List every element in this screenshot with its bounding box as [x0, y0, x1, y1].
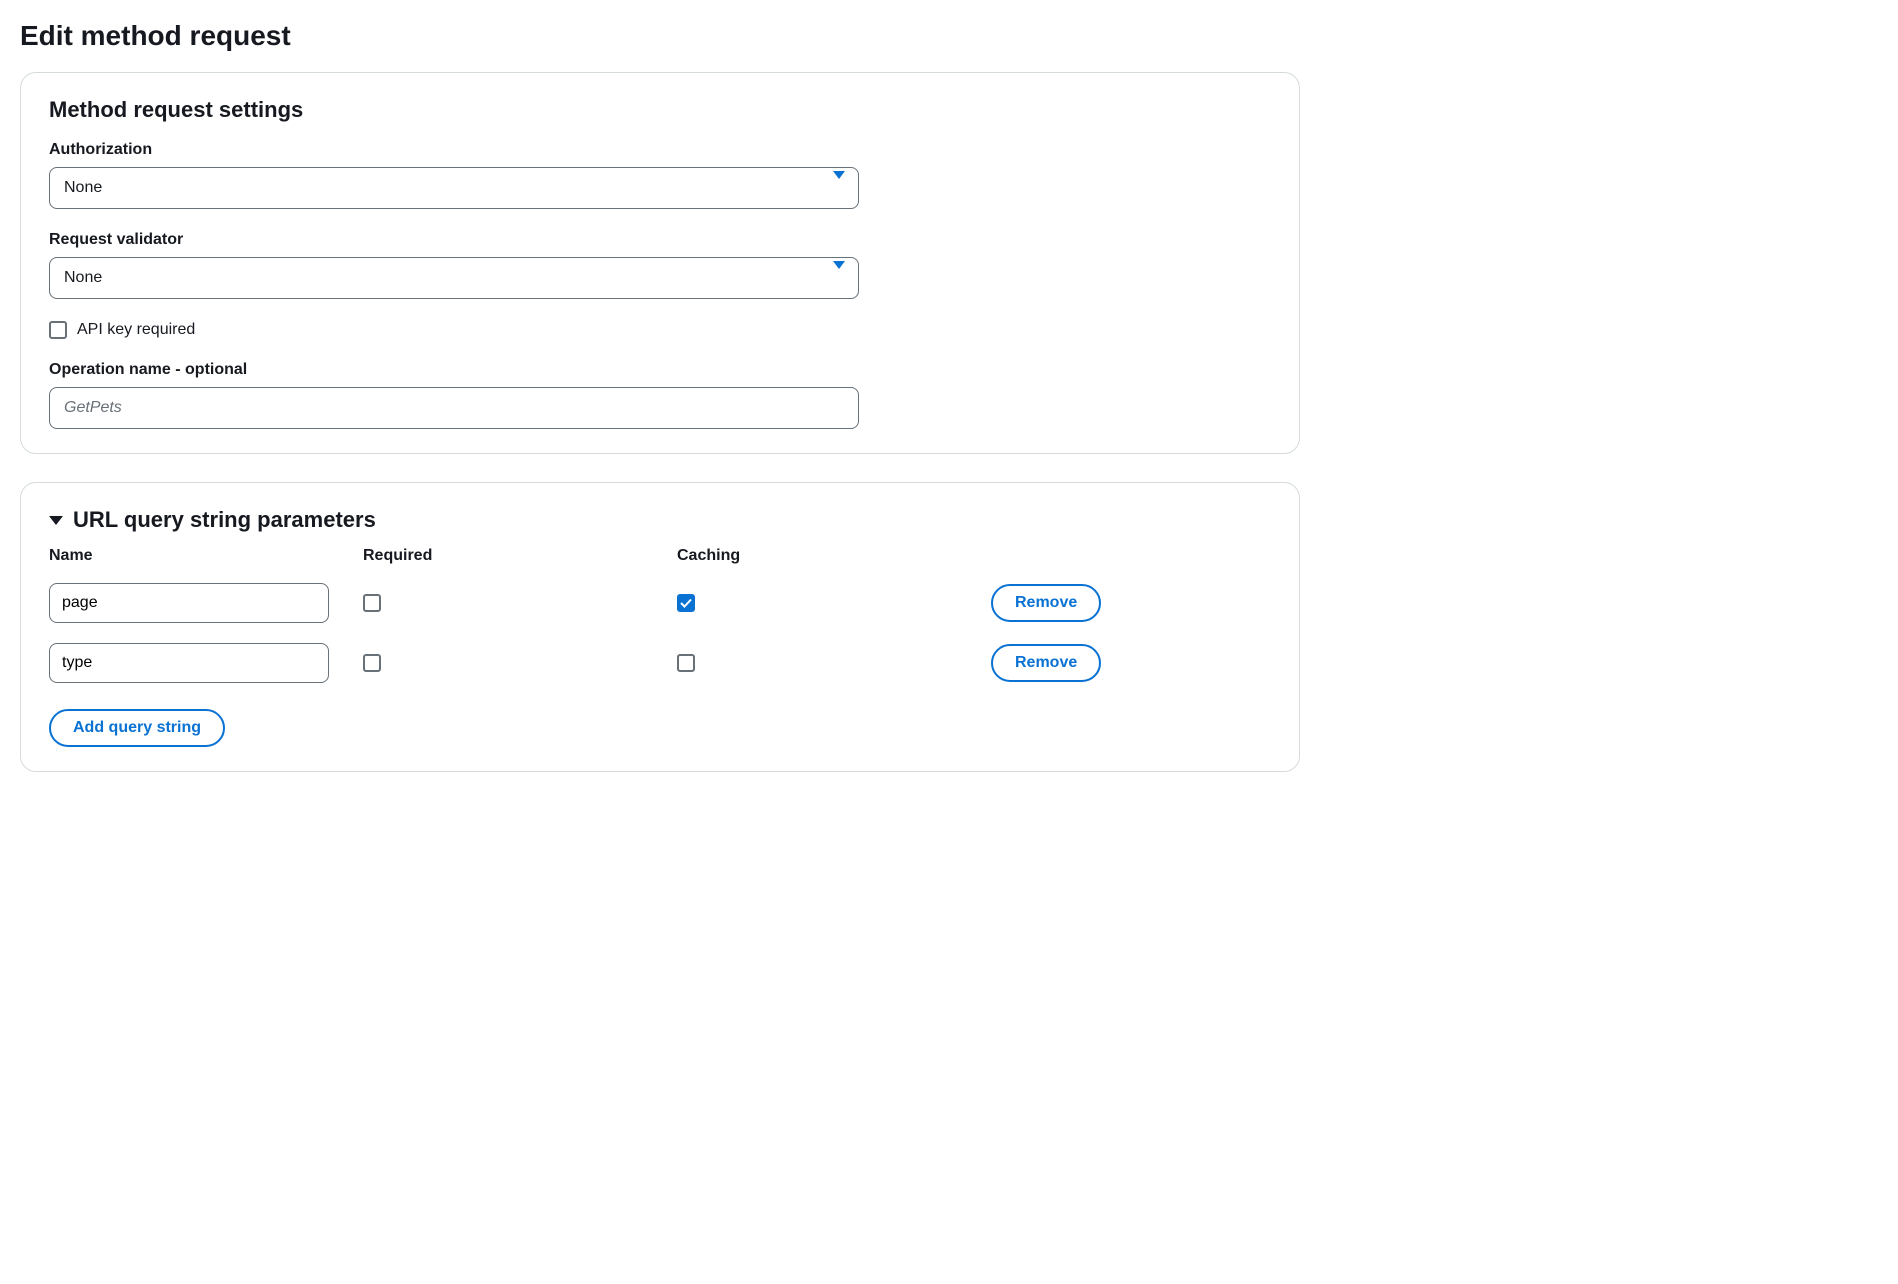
- operation-name-label: Operation name - optional: [49, 361, 1271, 379]
- col-header-required: Required: [363, 547, 653, 573]
- remove-button[interactable]: Remove: [991, 584, 1101, 622]
- authorization-section: Authorization None: [49, 141, 1271, 209]
- param-required-checkbox[interactable]: [363, 594, 381, 612]
- param-name-input[interactable]: [49, 643, 329, 683]
- query-params-heading: URL query string parameters: [73, 507, 376, 533]
- query-string-params-panel: URL query string parameters Name Require…: [20, 482, 1300, 772]
- api-key-required-checkbox[interactable]: [49, 321, 67, 339]
- authorization-value: None: [64, 179, 102, 197]
- operation-name-section: Operation name - optional: [49, 361, 1271, 429]
- query-params-table: Name Required Caching Remove: [49, 547, 1271, 693]
- request-validator-label: Request validator: [49, 231, 1271, 249]
- request-validator-section: Request validator None: [49, 231, 1271, 299]
- param-caching-checkbox[interactable]: [677, 594, 695, 612]
- param-required-checkbox[interactable]: [363, 654, 381, 672]
- col-header-actions: [991, 556, 1271, 564]
- settings-heading: Method request settings: [49, 97, 1271, 123]
- remove-button[interactable]: Remove: [991, 644, 1101, 682]
- operation-name-input[interactable]: [49, 387, 859, 429]
- request-validator-value: None: [64, 269, 102, 287]
- request-validator-select[interactable]: None: [49, 257, 859, 299]
- api-key-section: API key required: [49, 321, 1271, 339]
- param-name-input[interactable]: [49, 583, 329, 623]
- col-header-name: Name: [49, 547, 339, 573]
- authorization-label: Authorization: [49, 141, 1271, 159]
- param-caching-checkbox[interactable]: [677, 654, 695, 672]
- add-query-string-button[interactable]: Add query string: [49, 709, 225, 747]
- col-header-caching: Caching: [677, 547, 967, 573]
- api-key-required-label: API key required: [77, 321, 195, 339]
- page-title: Edit method request: [20, 20, 1878, 52]
- collapse-toggle-icon[interactable]: [49, 516, 63, 525]
- authorization-select[interactable]: None: [49, 167, 859, 209]
- method-request-settings-panel: Method request settings Authorization No…: [20, 72, 1300, 454]
